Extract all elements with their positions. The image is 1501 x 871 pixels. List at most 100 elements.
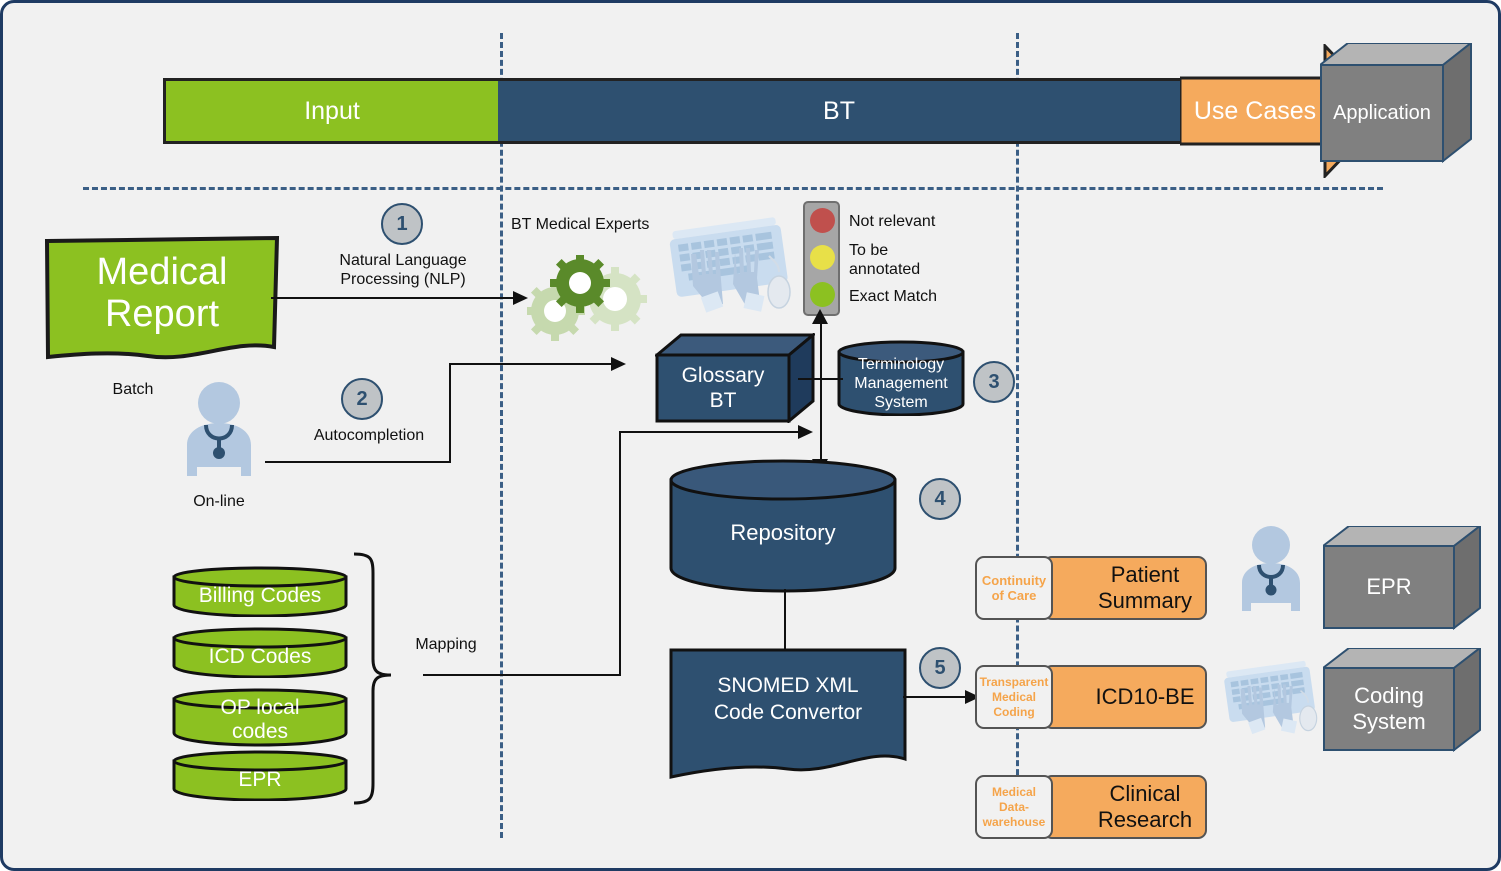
use-case-patient-summary[interactable]: Patient Summary Continuity of Care [975, 556, 1207, 620]
lamp-not-relevant [810, 208, 835, 233]
connector-mapping-from-sources [423, 674, 621, 676]
code-source-epr: EPR [171, 749, 349, 802]
snomed-converter-shape: SNOMED XML Code Convertor [668, 647, 908, 782]
code-source-op-local: OP local codes [171, 687, 349, 747]
connector-repository-to-snomed [784, 589, 786, 651]
gears-icon [525, 253, 647, 346]
uc-tag-3-line3: warehouse [982, 814, 1046, 829]
legend-not-relevant-label: Not relevant [849, 213, 936, 230]
step-2-badge: 2 [341, 378, 383, 420]
code-source-billing-label: Billing Codes [198, 584, 322, 607]
uc-tag-2-line1: Transparent [979, 674, 1049, 689]
terminology-management-system-cylinder: Terminology Management System [836, 340, 966, 417]
traffic-light-icon [803, 201, 840, 316]
divider-horizontal [83, 187, 1383, 190]
batch-label: Batch [112, 381, 154, 398]
connector-tms-vertical [820, 316, 822, 476]
uc-tag-3-line2: Data- [998, 799, 1029, 814]
uc-tag-1-line2: of Care [991, 588, 1037, 603]
connector-online-v [449, 363, 451, 463]
step-4-number: 4 [934, 487, 946, 510]
snomed-line2: Code Convertor [713, 701, 863, 724]
use-case-icd10-be-tag: Transparent Medical Coding [975, 665, 1053, 729]
banner-bt-label: BT [823, 96, 855, 125]
step-4-badge: 4 [919, 478, 961, 520]
application-box-label: Application [1333, 101, 1431, 124]
uc-tag-2-line3: Coding [993, 704, 1035, 719]
application-hands-keyboard-icon [1219, 651, 1319, 746]
diagram-canvas: Input BT Use Cases Application Medical R… [0, 0, 1501, 871]
doctor-avatar-icon [179, 381, 259, 486]
lamp-to-be-annotated [810, 245, 835, 270]
epr-system-label: EPR [1366, 574, 1412, 599]
medical-report-document: Medical Report [43, 235, 281, 360]
use-case-patient-summary-title[interactable]: Patient Summary [1043, 556, 1207, 620]
step-5-number: 5 [934, 656, 946, 679]
tms-line2: Management [854, 374, 948, 392]
medical-report-line1: Medical [96, 251, 228, 293]
arrowhead-to-glossary-upper [611, 357, 626, 371]
uc-tag-1-line1: Continuity [981, 573, 1047, 588]
coding-system-line1: Coding [1354, 683, 1424, 708]
repository-label: Repository [730, 520, 836, 545]
uc-title-3-line1: Clinical [1109, 781, 1181, 806]
uc-title-3-line2: Research [1097, 807, 1193, 832]
use-case-icd10-be-title[interactable]: ICD10-BE [1043, 665, 1207, 729]
lamp-exact-match [810, 282, 835, 307]
banner-bt: BT [498, 78, 1180, 144]
epr-system-box: EPR [1320, 523, 1483, 631]
connector-online-h [265, 461, 451, 463]
uc-title-2-line1: ICD10-BE [1095, 684, 1195, 709]
coding-system-line2: System [1352, 709, 1426, 734]
code-source-billing: Billing Codes [171, 565, 349, 618]
application-box: Application [1317, 40, 1474, 164]
use-case-clinical-research[interactable]: Clinical Research Medical Data- warehous… [975, 775, 1207, 839]
bt-medical-experts-label: BT Medical Experts [511, 216, 650, 233]
banner-use-cases-label: Use Cases [1193, 96, 1317, 125]
connector-report-to-nlp [271, 297, 521, 299]
arrowhead-to-traffic-light [812, 309, 828, 324]
connector-mapping-to-repository [619, 431, 805, 433]
use-case-icd10-be[interactable]: ICD10-BE Transparent Medical Coding [975, 665, 1207, 729]
uc-tag-3-line1: Medical [991, 784, 1036, 799]
mapping-label: Mapping [415, 636, 477, 653]
code-source-op-local-line1: OP local [220, 696, 300, 719]
banner-input: Input [163, 78, 498, 144]
step-3-badge: 3 [973, 361, 1015, 403]
use-case-clinical-research-title[interactable]: Clinical Research [1043, 775, 1207, 839]
code-source-op-local-line2: codes [231, 720, 289, 743]
application-doctor-avatar-icon [1235, 525, 1307, 620]
online-label: On-line [193, 493, 245, 510]
step-1-label-line1: Natural Language [339, 252, 467, 269]
use-case-clinical-research-tag: Medical Data- warehouse [975, 775, 1053, 839]
arrowhead-mapping [798, 425, 813, 439]
code-source-epr-label: EPR [238, 768, 282, 791]
step-1-number: 1 [396, 212, 408, 235]
phase-banner: Input BT Use Cases [163, 44, 1389, 178]
step-1-badge: 1 [381, 203, 423, 245]
legend-to-be-annotated-line2: annotated [849, 261, 921, 278]
legend-exact-match-label: Exact Match [849, 288, 938, 305]
tms-line1: Terminology [857, 355, 945, 373]
coding-system-box: Coding System [1320, 645, 1483, 753]
uc-title-1-line2: Summary [1097, 588, 1193, 613]
divider-input-bt [500, 33, 503, 838]
snomed-line1: SNOMED XML [717, 674, 859, 697]
glossary-line2: BT [709, 389, 737, 412]
code-source-icd: ICD Codes [171, 626, 349, 679]
glossary-line1: Glossary [681, 364, 765, 387]
legend-to-be-annotated-line1: To be [849, 242, 889, 259]
uc-title-1-line1: Patient [1110, 562, 1180, 587]
code-source-icd-label: ICD Codes [208, 645, 312, 668]
hands-on-keyboard-icon [663, 208, 793, 323]
step-2-label: Autocompletion [313, 427, 425, 444]
medical-report-line2: Report [104, 293, 220, 335]
use-case-patient-summary-tag: Continuity of Care [975, 556, 1053, 620]
step-5-badge: 5 [919, 647, 961, 689]
tms-line3: System [874, 393, 928, 411]
connector-online-to-glossary [449, 363, 619, 365]
uc-tag-2-line2: Medical [991, 689, 1036, 704]
step-2-number: 2 [356, 387, 368, 410]
mapping-brace [353, 552, 392, 805]
banner-input-label: Input [304, 96, 360, 125]
